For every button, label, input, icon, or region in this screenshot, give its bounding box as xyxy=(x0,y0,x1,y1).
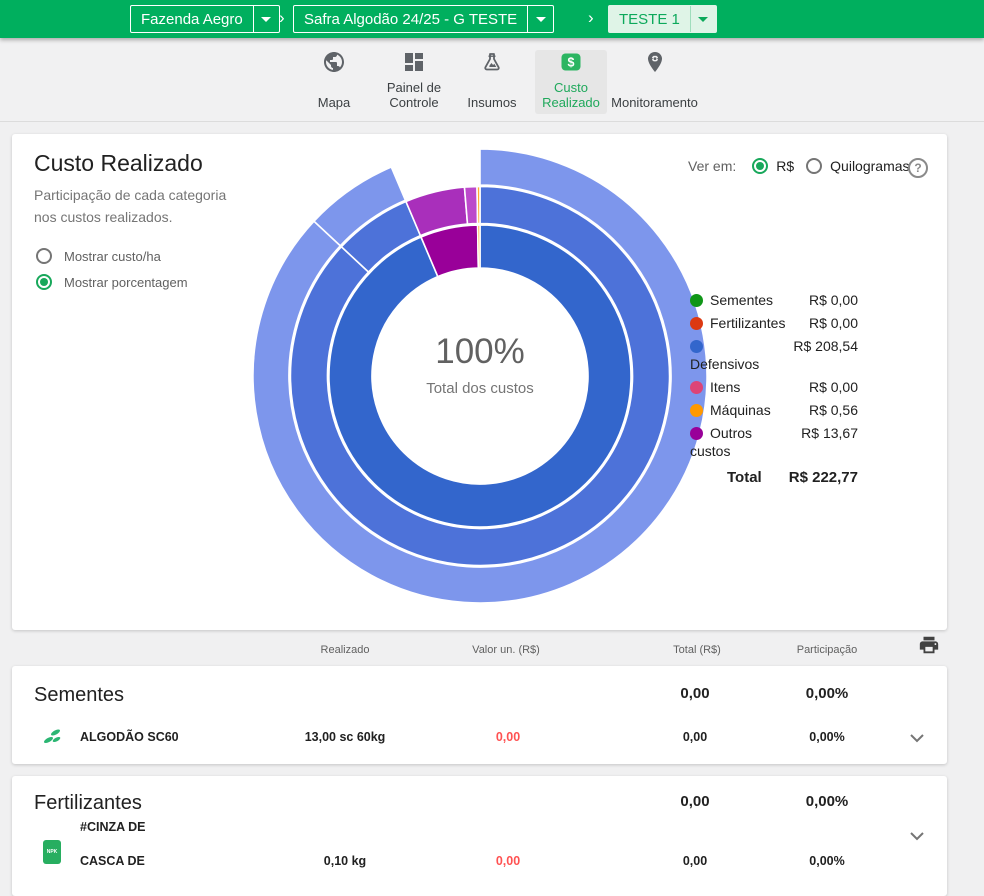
cell-total: 0,00 xyxy=(683,854,707,868)
tab-label: Custo Realizado xyxy=(535,80,607,110)
chevron-down-icon[interactable] xyxy=(527,6,553,32)
table-header-row: Realizado Valor un. (R$) Total (R$) Part… xyxy=(12,638,947,662)
top-bar: Fazenda Aegro › Safra Algodão 24/25 - G … xyxy=(0,0,984,38)
farm-dropdown-label: Fazenda Aegro xyxy=(131,6,253,32)
nav-bar: Mapa Painel de Controle Insumos $ Custo … xyxy=(0,38,984,122)
section-total: 0,00 xyxy=(680,793,709,810)
legend-dot xyxy=(690,294,703,307)
legend-dot xyxy=(690,340,703,353)
tab-painel-de-controle[interactable]: Painel de Controle xyxy=(368,50,460,114)
tab-insumos[interactable]: Insumos xyxy=(452,50,532,114)
quilogramas-label: Quilogramas xyxy=(830,158,909,174)
help-icon[interactable]: ? xyxy=(908,158,928,178)
svg-text:$: $ xyxy=(568,56,575,70)
rs-label: R$ xyxy=(776,158,794,174)
money-icon: $ xyxy=(535,50,607,76)
product-name: ALGODÃO SC60 xyxy=(80,730,179,744)
cell-realizado: 0,10 kg xyxy=(324,854,366,868)
cell-participacao: 0,00% xyxy=(809,730,844,744)
breadcrumb-separator: › xyxy=(279,8,285,28)
sunburst-segment-ring2-Maquinas[interactable] xyxy=(477,186,480,223)
print-icon[interactable] xyxy=(918,634,940,656)
cell-total: 0,00 xyxy=(683,730,707,744)
radio-label: Mostrar custo/ha xyxy=(64,249,161,264)
chevron-down-icon[interactable] xyxy=(910,730,926,740)
sunburst-segment-ring2-Outros-custos[interactable] xyxy=(464,187,477,224)
section-sementes: Sementes 0,00 0,00% ALGODÃO SC60 13,00 s… xyxy=(12,666,947,764)
radio-mostrar-custo-ha[interactable]: Mostrar custo/ha xyxy=(36,248,161,264)
legend-dot xyxy=(690,381,703,394)
radio-icon[interactable] xyxy=(36,248,52,264)
seed-icon xyxy=(42,726,64,753)
radio-label: Mostrar porcentagem xyxy=(64,275,188,290)
ver-em-group: Ver em: R$ Quilogramas xyxy=(688,158,910,174)
section-title: Fertilizantes xyxy=(34,792,142,815)
column-header-total: Total (R$) xyxy=(673,644,721,656)
tab-monitoramento[interactable]: Monitoramento xyxy=(606,50,703,114)
legend-item-fertilizantes[interactable]: FertilizantesR$ 0,00 xyxy=(690,315,858,331)
column-header-participacao: Participação xyxy=(797,644,858,656)
breadcrumb-separator: › xyxy=(588,8,594,28)
radio-mostrar-porcentagem[interactable]: Mostrar porcentagem xyxy=(36,274,188,290)
farm-dropdown[interactable]: Fazenda Aegro xyxy=(130,5,280,33)
tab-label: Monitoramento xyxy=(606,80,703,110)
chevron-down-icon[interactable] xyxy=(690,6,716,32)
legend-item-sementes[interactable]: SementesR$ 0,00 xyxy=(690,292,858,308)
radio-icon[interactable] xyxy=(36,274,52,290)
sunburst-segment-ring1-Maquinas[interactable] xyxy=(478,225,480,268)
product-name-line1: #CINZA DE xyxy=(80,820,146,834)
chart-center-percentage: 100% xyxy=(350,332,610,372)
section-fertilizantes: Fertilizantes 0,00 0,00% NPK #CINZA DE C… xyxy=(12,776,947,896)
chart-legend: SementesR$ 0,00 FertilizantesR$ 0,00 R$ … xyxy=(690,292,858,486)
flask-icon xyxy=(452,50,532,76)
chart-center-caption: Total dos custos xyxy=(350,380,610,397)
cell-participacao: 0,00% xyxy=(809,854,844,868)
legend-dot xyxy=(690,317,703,330)
plot-dropdown-label: TESTE 1 xyxy=(609,6,690,32)
legend-item-outros-custos[interactable]: OutrosR$ 13,67 custos xyxy=(690,425,858,459)
section-participation: 0,00% xyxy=(806,685,849,702)
section-title: Sementes xyxy=(34,684,124,707)
legend-item-defensivos[interactable]: R$ 208,54 Defensivos xyxy=(690,338,858,372)
radio-rs[interactable] xyxy=(752,158,768,174)
sunburst-segment-ring1-Defensivos[interactable] xyxy=(329,225,631,527)
section-participation: 0,00% xyxy=(806,793,849,810)
pin-bug-icon xyxy=(606,50,703,76)
chevron-down-icon[interactable] xyxy=(253,6,279,32)
legend-item-itens[interactable]: ItensR$ 0,00 xyxy=(690,379,858,395)
cell-valor-un[interactable]: 0,00 xyxy=(496,730,520,744)
legend-item-maquinas[interactable]: MáquinasR$ 0,56 xyxy=(690,402,858,418)
tab-mapa[interactable]: Mapa xyxy=(299,50,369,114)
season-dropdown-label: Safra Algodão 24/25 - G TESTE xyxy=(294,6,527,32)
chevron-down-icon[interactable] xyxy=(910,828,926,838)
sunburst-chart[interactable] xyxy=(250,146,710,606)
column-header-realizado: Realizado xyxy=(321,644,370,656)
panel-subtitle: Participação de cada categoria nos custo… xyxy=(34,184,244,228)
globe-icon xyxy=(299,50,369,76)
tab-label: Mapa xyxy=(299,80,369,110)
radio-quilogramas[interactable] xyxy=(806,158,822,174)
legend-dot xyxy=(690,427,703,440)
dashboard-icon xyxy=(368,50,460,76)
tab-label: Painel de Controle xyxy=(368,80,460,110)
cell-realizado: 13,00 sc 60kg xyxy=(305,730,386,744)
tab-label: Insumos xyxy=(452,80,532,110)
season-dropdown[interactable]: Safra Algodão 24/25 - G TESTE xyxy=(293,5,554,33)
page-title: Custo Realizado xyxy=(34,150,203,177)
custo-realizado-panel: Custo Realizado Participação de cada cat… xyxy=(12,134,947,630)
section-total: 0,00 xyxy=(680,685,709,702)
legend-dot xyxy=(690,404,703,417)
product-name-line2: CASCA DE xyxy=(80,854,145,868)
fertilizer-bag-icon: NPK xyxy=(43,840,61,864)
column-header-valor-un: Valor un. (R$) xyxy=(472,644,540,656)
cell-valor-un[interactable]: 0,00 xyxy=(496,854,520,868)
legend-total-row: Total R$ 222,77 xyxy=(690,469,858,486)
tab-custo-realizado[interactable]: $ Custo Realizado xyxy=(535,50,607,114)
plot-dropdown[interactable]: TESTE 1 xyxy=(608,5,717,33)
